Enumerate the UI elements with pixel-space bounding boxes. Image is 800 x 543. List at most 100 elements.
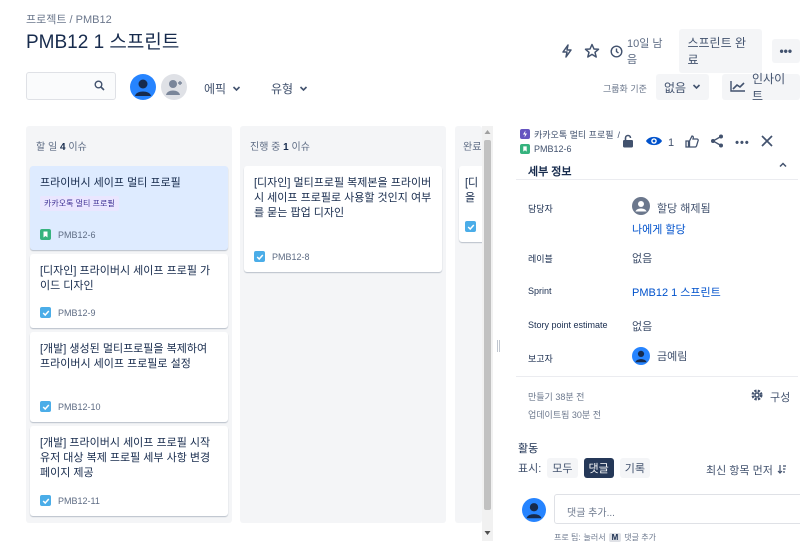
watch-count: 1 — [668, 136, 675, 149]
shortcut-key: M — [608, 533, 622, 542]
type-filter-dropdown[interactable]: 유형 — [271, 80, 308, 97]
chevron-down-icon — [299, 82, 308, 96]
search-input[interactable] — [26, 72, 116, 100]
tab-all[interactable]: 모두 — [547, 458, 578, 478]
assignee-field[interactable]: 할당 해제됨 — [632, 197, 711, 218]
sort-label: 최신 항목 먼저 — [706, 465, 773, 477]
scrollbar-thumb[interactable] — [484, 140, 491, 510]
column-name: 완료 — [463, 142, 482, 153]
configure-button[interactable]: 구성 — [750, 388, 790, 405]
epic-breadcrumb-text: 카카오톡 멀티 프로필 — [534, 130, 614, 140]
group-by-dropdown[interactable]: 없음 — [656, 74, 710, 100]
labels-field[interactable]: 없음 — [632, 250, 652, 266]
assignee-value: 할당 해제됨 — [657, 202, 711, 215]
reporter-field[interactable]: 금예림 — [632, 347, 687, 365]
assign-to-me-link[interactable]: 나에게 할당 — [632, 221, 686, 237]
issue-card[interactable]: [개발] 생성된 멀티프로필을 복제하여 프라이버시 세이프 프로필로 설정 P… — [30, 332, 228, 422]
watch-button[interactable]: 1 — [645, 135, 674, 150]
group-by-value: 없음 — [664, 80, 687, 95]
more-actions-button[interactable]: ••• — [735, 137, 750, 149]
task-checkbox-icon — [254, 251, 265, 262]
panel-actions: 1 ••• — [622, 134, 773, 151]
epic-filter-label: 에픽 — [204, 82, 227, 96]
breadcrumb-projects-link[interactable]: 프로젝트 — [26, 14, 66, 26]
lightning-icon[interactable] — [560, 44, 574, 58]
column-count: 4 — [59, 142, 66, 153]
task-checkbox-icon — [465, 221, 476, 232]
issue-card[interactable]: 프라이버시 세이프 멀티 프로필 카카오톡 멀티 프로필 PMB12-6 — [30, 166, 228, 250]
more-actions-button[interactable]: ••• — [771, 39, 800, 63]
created-time: 만들기 38분 전 — [528, 392, 585, 402]
column-count: 1 — [283, 142, 289, 153]
sort-order-button[interactable]: 최신 항목 먼저 — [706, 462, 787, 478]
lock-icon[interactable] — [622, 134, 634, 151]
divider — [516, 376, 798, 377]
sprint-field[interactable]: PMB12 1 스프린트 — [632, 284, 721, 300]
column-header: 할 일 4 이슈 — [36, 138, 87, 153]
panel-resize-handle[interactable] — [497, 340, 500, 352]
column-count-suffix: 이슈 — [291, 142, 310, 153]
card-title: 프라이버시 세이프 멀티 프로필 — [40, 177, 181, 189]
board-scrollbar[interactable] — [482, 126, 493, 541]
reporter-label: 보고자 — [528, 354, 553, 364]
comment-input[interactable]: 댓글 추가... — [554, 494, 800, 524]
card-title: [개발] 생성된 멀티프로필을 복제하여 프라이버시 세이프 프로필로 설정 — [40, 343, 208, 370]
issue-breadcrumb[interactable]: PMB12-6 — [520, 144, 572, 154]
column-name: 할 일 — [36, 142, 58, 153]
breadcrumb-separator: / — [69, 14, 73, 26]
pro-tip: 프로 팁: 눌러서 M 댓글 추가 — [554, 532, 656, 543]
eye-icon — [645, 135, 663, 150]
breadcrumb-project-key-link[interactable]: PMB12 — [76, 14, 112, 26]
card-key-row — [465, 221, 476, 232]
card-key-row: PMB12-9 — [40, 307, 96, 318]
issue-key: PMB12-6 — [58, 229, 96, 240]
updated-time: 업데이트됨 30분 전 — [528, 410, 601, 420]
tip-suffix: 댓글 추가 — [624, 533, 656, 542]
issue-card[interactable]: [디자인] 프라이버시 세이프 프로필 가이드 디자인 PMB12-9 — [30, 254, 228, 328]
sort-icon — [777, 464, 787, 477]
clock-icon — [610, 44, 623, 58]
tip-press: 눌러서 — [583, 533, 606, 542]
epic-filter-dropdown[interactable]: 에픽 — [204, 80, 241, 97]
task-checkbox-icon — [40, 401, 51, 412]
card-title: [개발] 프라이버시 세이프 프로필 시작 유저 대상 복제 프로필 세부 사항… — [40, 437, 211, 479]
thumbs-up-icon[interactable] — [685, 134, 699, 151]
issue-key: PMB12-9 — [58, 307, 96, 318]
board-column-done: 완료 [디 을 — [455, 126, 482, 523]
activity-title: 활동 — [518, 443, 539, 455]
issue-card[interactable]: [디자인] 멀티프로필 복제본을 프라이버시 세이프 프로필로 사용할 것인지 … — [244, 166, 442, 272]
issue-card[interactable]: [디 을 — [459, 166, 482, 242]
details-section-header[interactable]: 세부 정보 — [516, 156, 798, 180]
insights-button[interactable]: 인사이트 — [722, 72, 800, 103]
story-point-field[interactable]: 없음 — [632, 318, 652, 334]
chevron-up-icon — [778, 160, 788, 173]
activity-filter: 표시: 모두 댓글 기록 — [518, 458, 651, 478]
group-by-label: 그룹화 기준 — [603, 84, 647, 94]
tip-prefix: 프로 팁: — [554, 533, 581, 542]
close-icon[interactable] — [761, 135, 773, 150]
add-people-icon[interactable] — [161, 74, 187, 100]
board-column-in-progress: 진행 중 1 이슈 [디자인] 멀티프로필 복제본을 프라이버시 세이프 프로필… — [240, 126, 446, 523]
page-title: PMB12 1 스프린트 — [26, 32, 180, 53]
breadcrumb-separator: / — [617, 129, 621, 140]
labels-label: 레이블 — [528, 254, 553, 264]
tab-comments[interactable]: 댓글 — [583, 458, 614, 478]
search-icon — [94, 80, 105, 94]
share-icon[interactable] — [710, 134, 724, 151]
insights-label: 인사이트 — [752, 72, 786, 103]
card-title: [디 을 — [465, 177, 479, 204]
current-user-avatar — [522, 498, 546, 522]
issue-key-link: PMB12-6 — [534, 144, 572, 154]
chevron-down-icon — [692, 80, 701, 94]
insights-chart-icon — [730, 80, 746, 95]
unassigned-avatar-icon — [632, 197, 650, 218]
epic-breadcrumb[interactable]: 카카오톡 멀티 프로필 / — [520, 128, 620, 141]
issue-card[interactable]: [개발] 프라이버시 세이프 프로필 시작 유저 대상 복제 프로필 세부 사항… — [30, 426, 228, 516]
epic-icon — [520, 128, 530, 141]
chevron-down-icon — [232, 82, 241, 96]
complete-sprint-button[interactable]: 스프린트 완료 — [679, 29, 762, 73]
tab-history[interactable]: 기록 — [619, 458, 651, 478]
story-point-label: Story point estimate — [528, 320, 608, 330]
user-avatar[interactable] — [130, 74, 156, 100]
star-icon[interactable] — [584, 43, 600, 59]
